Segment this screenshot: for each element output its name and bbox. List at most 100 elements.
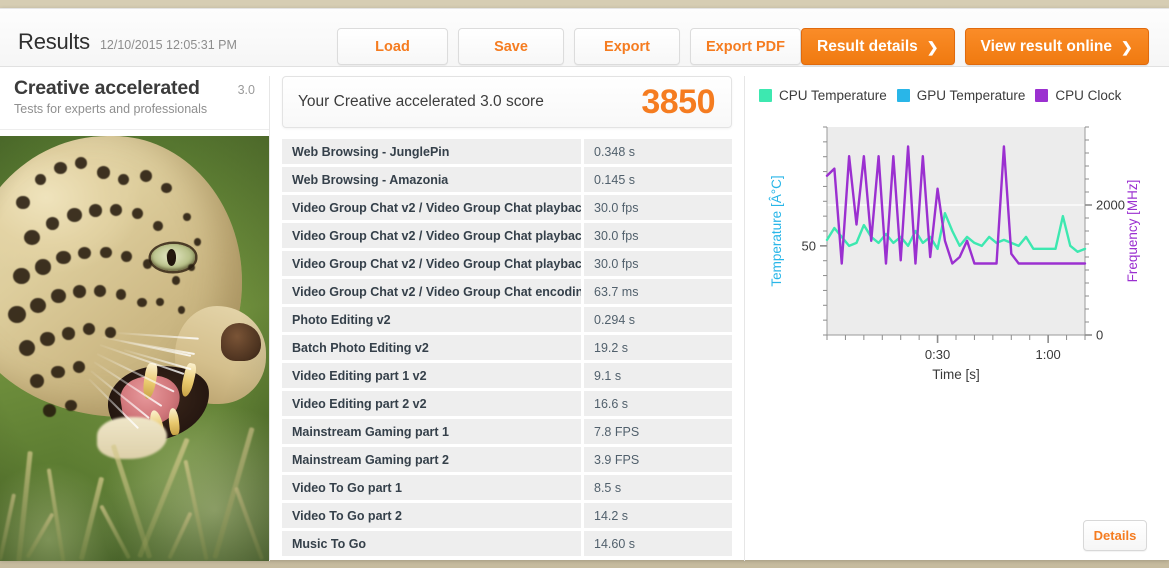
table-row: Video To Go part 1 8.5 s (282, 475, 732, 500)
test-name: Video Group Chat v2 / Video Group Chat p… (282, 195, 581, 220)
suite-name: Creative accelerated (14, 77, 200, 99)
benchmark-suite-sidebar: Creative accelerated 3.0 Tests for exper… (0, 76, 270, 561)
y-axis-label: Temperature [Â°C] (769, 175, 784, 286)
y2-axis-label: Frequency [MHz] (1125, 180, 1140, 283)
legend-swatch-icon (759, 89, 772, 102)
primary-action-buttons: Result details ❯ View result online ❯ (801, 28, 1149, 65)
y-axis-tick-label: 50 (802, 238, 816, 253)
file-action-buttons: Load Save Export Export PDF (337, 28, 801, 65)
legend-item[interactable]: CPU Temperature (759, 88, 887, 103)
app-window: Results 12/10/2015 12:05:31 PM Load Save… (0, 8, 1169, 561)
chevron-right-icon: ❯ (926, 38, 939, 55)
test-value: 0.294 s (584, 307, 732, 332)
view-result-online-button[interactable]: View result online ❯ (964, 28, 1149, 65)
legend-label: CPU Temperature (779, 88, 887, 103)
test-name: Photo Editing v2 (282, 307, 581, 332)
chart-plot-area: 50 0 2000 0:30 1:00 Time [s] Temperature [Â°C]… (755, 109, 1155, 561)
legend-swatch-icon (1035, 89, 1049, 102)
legend-swatch-icon (896, 89, 910, 102)
test-value: 14.2 s (584, 503, 732, 528)
table-row: Video Group Chat v2 / Video Group Chat p… (282, 251, 732, 276)
test-value: 0.348 s (584, 139, 732, 164)
score-value: 3850 (641, 82, 715, 121)
table-row: Mainstream Gaming part 2 3.9 FPS (282, 447, 732, 472)
test-name: Video Group Chat v2 / Video Group Chat p… (282, 223, 581, 248)
legend-item[interactable]: CPU Clock (1035, 88, 1121, 103)
test-value: 8.5 s (584, 475, 732, 500)
table-row: Web Browsing - JunglePin 0.348 s (282, 139, 732, 164)
table-row: Mainstream Gaming part 1 7.8 FPS (282, 419, 732, 444)
suite-subtitle: Tests for experts and professionals (14, 102, 208, 116)
legend-item[interactable]: GPU Temperature (896, 88, 1026, 103)
result-details-label: Result details (817, 37, 918, 55)
test-value: 0.145 s (584, 167, 732, 192)
score-label: Your Creative accelerated 3.0 score (298, 93, 544, 110)
plot-background (827, 127, 1085, 335)
test-name: Video To Go part 2 (282, 503, 581, 528)
save-button[interactable]: Save (458, 28, 564, 65)
export-pdf-button[interactable]: Export PDF (690, 28, 801, 65)
desktop-background: Results 12/10/2015 12:05:31 PM Load Save… (0, 0, 1169, 568)
test-name: Video To Go part 1 (282, 475, 581, 500)
suite-header: Creative accelerated 3.0 Tests for exper… (0, 76, 269, 130)
view-result-online-label: View result online (980, 37, 1113, 55)
test-value: 30.0 fps (584, 223, 732, 248)
y2-axis-tick-label: 2000 (1096, 198, 1125, 213)
monitoring-chart: 50 0 2000 0:30 1:00 Time [s] Temperature [Â°C]… (769, 126, 1140, 382)
chart-legend: CPU Temperature GPU Temperature CPU Clock (755, 76, 1155, 103)
monitoring-chart-panel: CPU Temperature GPU Temperature CPU Clock … (744, 76, 1161, 561)
test-name: Video Editing part 2 v2 (282, 391, 581, 416)
title-group: Results 12/10/2015 12:05:31 PM (18, 29, 237, 55)
test-value: 30.0 fps (584, 251, 732, 276)
test-name: Web Browsing - JunglePin (282, 139, 581, 164)
table-row: Video Group Chat v2 / Video Group Chat p… (282, 195, 732, 220)
test-value: 7.8 FPS (584, 419, 732, 444)
chevron-right-icon: ❯ (1121, 38, 1133, 55)
suite-title-line: Creative accelerated 3.0 (14, 77, 255, 100)
test-name: Mainstream Gaming part 2 (282, 447, 581, 472)
test-name: Video Group Chat v2 / Video Group Chat e… (282, 279, 581, 304)
legend-label: GPU Temperature (916, 88, 1026, 103)
table-row: Video Group Chat v2 / Video Group Chat e… (282, 279, 732, 304)
details-button[interactable]: Details (1083, 520, 1147, 551)
result-details-button[interactable]: Result details ❯ (801, 28, 955, 65)
test-name: Batch Photo Editing v2 (282, 335, 581, 360)
table-row: Video To Go part 2 14.2 s (282, 503, 732, 528)
test-value: 16.6 s (584, 391, 732, 416)
table-row: Photo Editing v2 0.294 s (282, 307, 732, 332)
y2-axis-tick-label: 0 (1096, 328, 1103, 343)
results-table: Web Browsing - JunglePin 0.348 s Web Brows… (282, 139, 732, 556)
test-value: 3.9 FPS (584, 447, 732, 472)
content-area: Creative accelerated 3.0 Tests for exper… (0, 67, 1169, 561)
table-row: Music To Go 14.60 s (282, 531, 732, 556)
test-value: 63.7 ms (584, 279, 732, 304)
test-value: 9.1 s (584, 363, 732, 388)
table-row: Video Editing part 2 v2 16.6 s (282, 391, 732, 416)
x-axis-tick-label: 1:00 (1035, 347, 1060, 362)
test-value: 19.2 s (584, 335, 732, 360)
test-name: Music To Go (282, 531, 581, 556)
test-value: 14.60 s (584, 531, 732, 556)
load-button[interactable]: Load (337, 28, 448, 65)
table-row: Batch Photo Editing v2 19.2 s (282, 335, 732, 360)
test-name: Video Group Chat v2 / Video Group Chat p… (282, 251, 581, 276)
score-card: Your Creative accelerated 3.0 score 3850 (282, 76, 732, 128)
x-axis-tick-label: 0:30 (925, 347, 950, 362)
legend-label: CPU Clock (1055, 88, 1122, 103)
test-name: Video Editing part 1 v2 (282, 363, 581, 388)
table-row: Video Group Chat v2 / Video Group Chat p… (282, 223, 732, 248)
result-timestamp: 12/10/2015 12:05:31 PM (99, 38, 237, 52)
test-name: Mainstream Gaming part 1 (282, 419, 581, 444)
test-name: Web Browsing - Amazonia (282, 167, 581, 192)
x-axis-label: Time [s] (932, 367, 980, 382)
export-button[interactable]: Export (574, 28, 680, 65)
photo-vignette (0, 136, 269, 561)
table-row: Video Editing part 1 v2 9.1 s (282, 363, 732, 388)
suite-version: 3.0 (237, 83, 255, 97)
table-row: Web Browsing - Amazonia 0.145 s (282, 167, 732, 192)
test-value: 30.0 fps (584, 195, 732, 220)
leopard-photo (0, 136, 269, 561)
header-bar: Results 12/10/2015 12:05:31 PM Load Save… (0, 9, 1169, 67)
page-title: Results (18, 29, 90, 54)
results-column: Your Creative accelerated 3.0 score 3850… (270, 76, 740, 561)
